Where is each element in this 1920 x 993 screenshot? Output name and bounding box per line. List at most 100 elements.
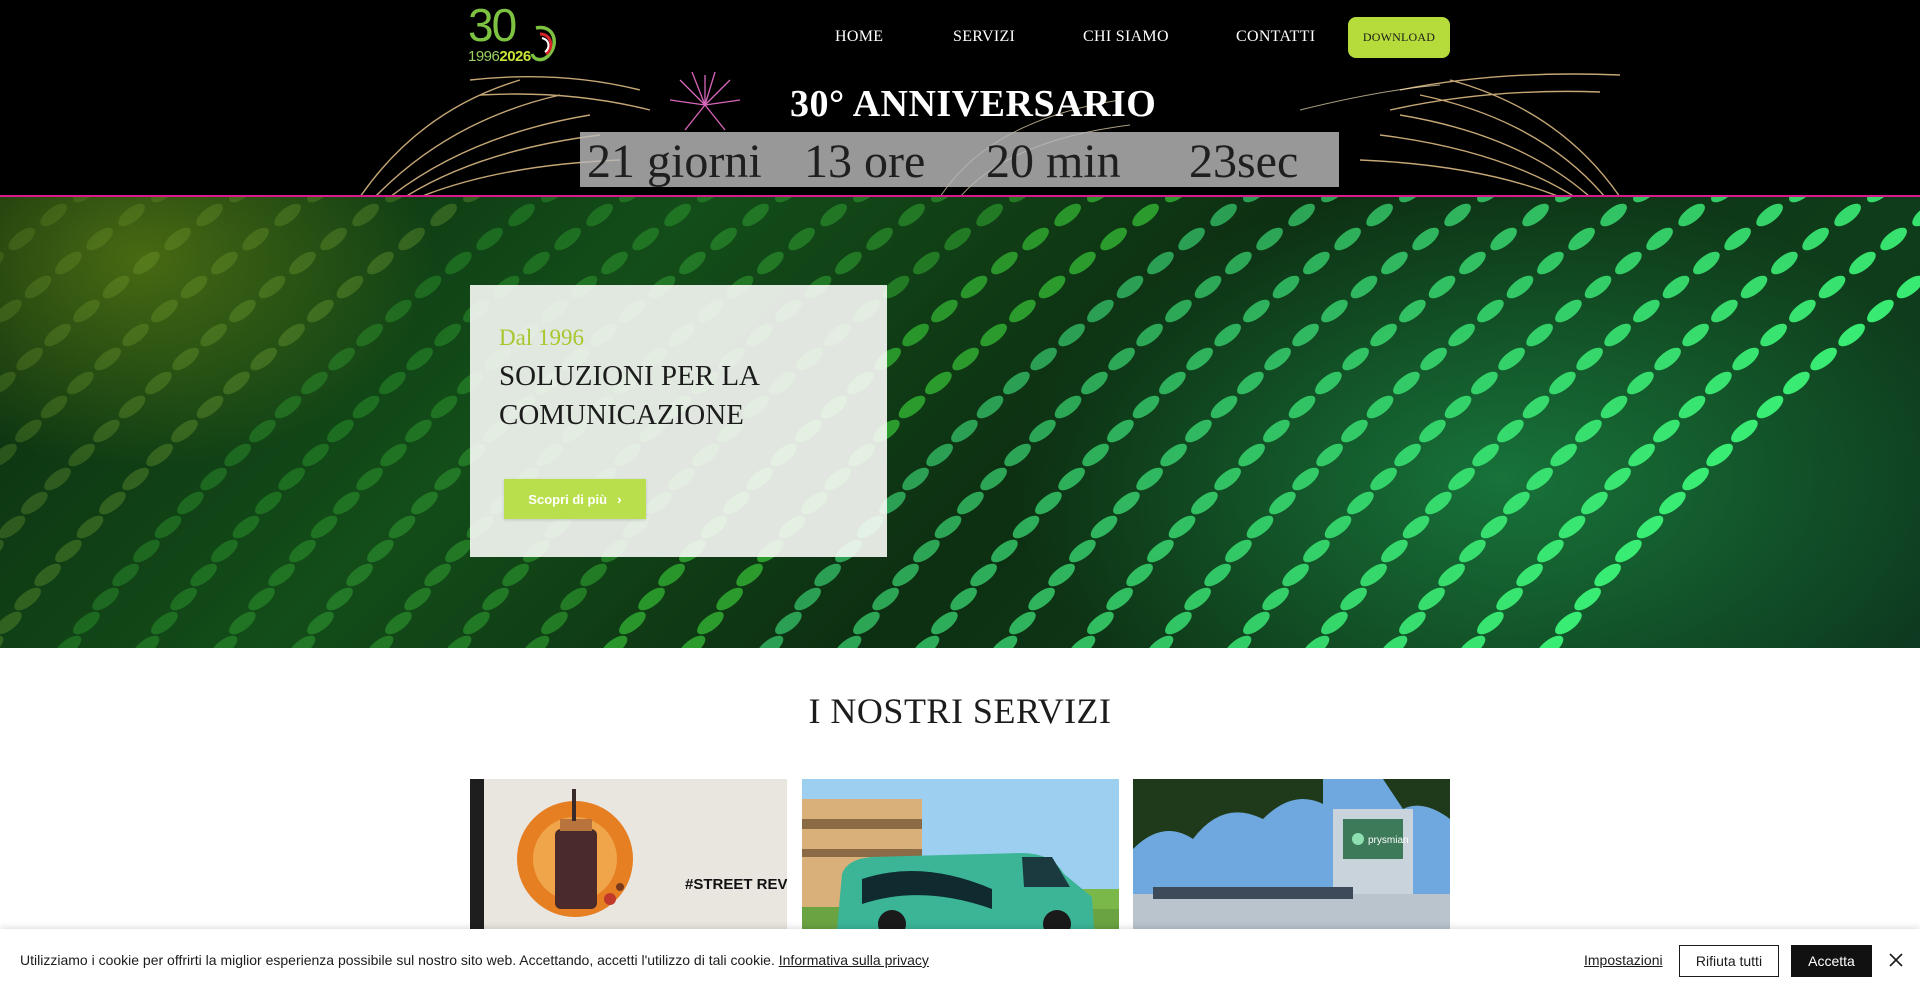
led-dot bbox=[1802, 227, 1829, 251]
led-dot bbox=[1225, 539, 1252, 563]
led-dot bbox=[1575, 419, 1602, 443]
led-dot bbox=[356, 467, 383, 491]
led-dot bbox=[931, 611, 958, 635]
led-dot bbox=[1370, 467, 1397, 491]
led-dot bbox=[94, 347, 121, 371]
led-dot bbox=[1526, 323, 1553, 347]
led-dot bbox=[1321, 299, 1348, 323]
led-dot bbox=[1706, 443, 1733, 467]
led-dot bbox=[16, 347, 43, 371]
led-dot bbox=[1302, 635, 1330, 648]
led-dot bbox=[14, 587, 41, 611]
led-dot bbox=[502, 563, 529, 587]
led-dot bbox=[326, 587, 353, 611]
cookie-settings-link[interactable]: Impostazioni bbox=[1584, 952, 1663, 968]
led-dot bbox=[67, 371, 94, 395]
led-dot bbox=[1425, 491, 1452, 515]
led-dot bbox=[1471, 371, 1498, 395]
led-dot bbox=[522, 635, 550, 648]
led-dot bbox=[255, 491, 282, 515]
led-dot bbox=[367, 539, 394, 563]
led-dot bbox=[1288, 203, 1315, 227]
prysmian-text: prysmian bbox=[1368, 835, 1409, 846]
led-dot bbox=[1004, 443, 1031, 467]
led-dot bbox=[1711, 197, 1738, 203]
privacy-policy-link[interactable]: Informativa sulla privacy bbox=[779, 952, 929, 968]
led-dot bbox=[170, 587, 197, 611]
service-card-street[interactable]: #STREET REVOLUTION bbox=[470, 779, 787, 929]
led-dot bbox=[1880, 227, 1907, 251]
led-dot bbox=[1849, 251, 1876, 275]
led-dot bbox=[1282, 563, 1309, 587]
led-dot bbox=[1399, 299, 1426, 323]
led-dot bbox=[1522, 395, 1550, 419]
nav-servizi[interactable]: SERVIZI bbox=[953, 28, 1015, 46]
led-dot bbox=[1789, 197, 1816, 203]
led-dot bbox=[1132, 203, 1159, 227]
led-dot bbox=[697, 197, 724, 203]
led-dot bbox=[1399, 611, 1426, 635]
led-dot bbox=[367, 251, 394, 275]
led-dot bbox=[346, 563, 373, 587]
led-dot bbox=[210, 635, 238, 648]
led-dot bbox=[1126, 563, 1153, 587]
led-dot bbox=[190, 563, 217, 587]
led-dot bbox=[1009, 299, 1036, 323]
led-dot bbox=[200, 323, 227, 347]
led-dot bbox=[274, 203, 301, 227]
close-icon[interactable] bbox=[1886, 950, 1906, 970]
countdown-days: 21 giorni bbox=[587, 135, 762, 188]
led-dot bbox=[1458, 635, 1486, 648]
led-dot bbox=[1366, 203, 1393, 227]
led-dot bbox=[411, 491, 438, 515]
led-dot bbox=[1810, 347, 1837, 371]
reject-all-button[interactable]: Rifiuta tutti bbox=[1679, 945, 1779, 977]
led-dot bbox=[951, 419, 978, 443]
led-dot bbox=[1818, 275, 1846, 299]
led-dot bbox=[68, 443, 95, 467]
led-dot bbox=[1711, 299, 1738, 323]
led-dot bbox=[1210, 395, 1238, 419]
led-dot bbox=[658, 563, 685, 587]
led-dot bbox=[931, 299, 958, 323]
led-dot bbox=[1418, 587, 1445, 611]
led-dot bbox=[1477, 299, 1504, 323]
led-dot bbox=[434, 323, 461, 347]
led-dot bbox=[388, 515, 416, 539]
led-dot bbox=[132, 635, 160, 648]
led-dot bbox=[99, 491, 126, 515]
led-dot bbox=[404, 587, 431, 611]
hero-section: Dal 1996 SOLUZIONI PER LA COMUNICAZIONE … bbox=[0, 197, 1920, 648]
led-dot bbox=[1594, 563, 1621, 587]
led-dot bbox=[1381, 251, 1408, 275]
led-dot bbox=[434, 467, 461, 491]
led-dot bbox=[1448, 467, 1475, 491]
led-dot bbox=[756, 635, 784, 648]
nav-home[interactable]: HOME bbox=[835, 28, 883, 46]
led-dot bbox=[1444, 395, 1472, 419]
led-dot bbox=[1340, 587, 1367, 611]
service-card-building[interactable]: prysmian bbox=[1133, 779, 1450, 929]
led-dot bbox=[898, 203, 925, 227]
download-button[interactable]: DOWNLOAD bbox=[1348, 17, 1450, 58]
service-card-van[interactable] bbox=[802, 779, 1119, 929]
nav-contatti[interactable]: CONTATTI bbox=[1236, 28, 1315, 46]
led-dot bbox=[1185, 419, 1212, 443]
accept-button[interactable]: Accetta bbox=[1791, 945, 1872, 977]
led-dot bbox=[980, 323, 1007, 347]
led-dot bbox=[0, 443, 17, 467]
countdown-timer: 21 giorni 13 ore 20 min 23sec bbox=[580, 132, 1339, 188]
led-dot bbox=[406, 347, 433, 371]
led-dot bbox=[172, 347, 199, 371]
led-dot bbox=[1191, 491, 1218, 515]
led-dot bbox=[1394, 443, 1421, 467]
nav-chi-siamo[interactable]: CHI SIAMO bbox=[1083, 28, 1169, 46]
led-dot bbox=[736, 563, 763, 587]
discover-more-button[interactable]: Scopri di più › bbox=[504, 479, 646, 519]
led-dot bbox=[40, 203, 67, 227]
led-dot bbox=[1022, 227, 1049, 251]
led-dot bbox=[133, 251, 160, 275]
led-dot bbox=[8, 227, 35, 251]
led-dot bbox=[258, 275, 286, 299]
led-dot bbox=[1393, 371, 1420, 395]
